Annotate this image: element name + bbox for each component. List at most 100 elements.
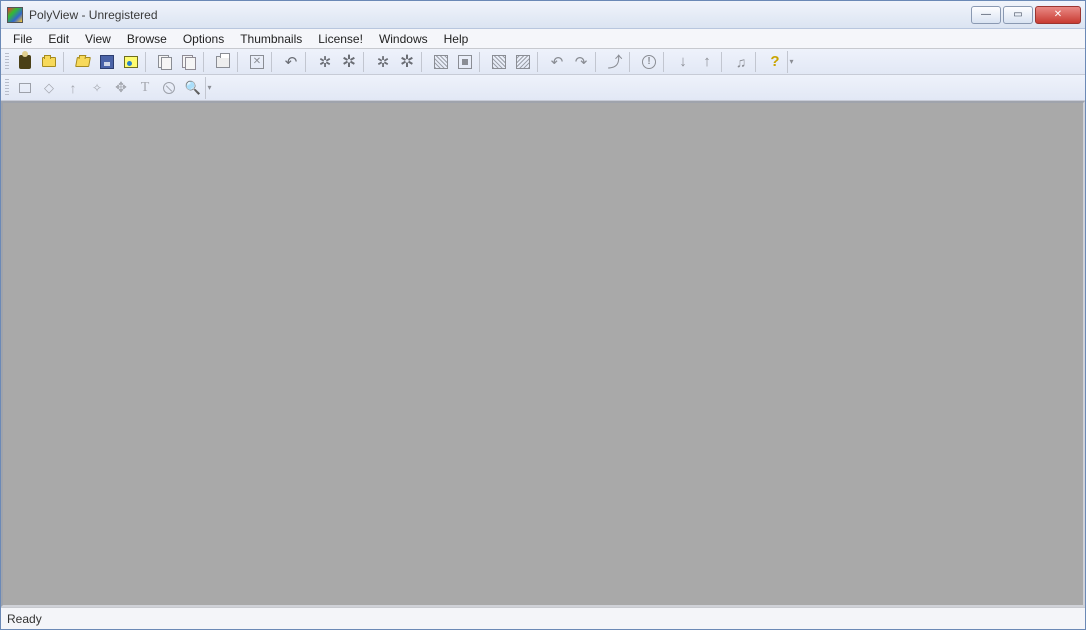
open-folder-icon [75,57,91,67]
separator-icon [271,52,277,72]
menu-license[interactable]: License! [310,30,371,48]
paste-icon [182,55,196,69]
hatch-icon [492,55,506,69]
menu-browse[interactable]: Browse [119,30,175,48]
annotation-toolbar: ◇ ↑ ✧ ✥ T 🔍 ▾ [1,75,1085,101]
redo-right-button[interactable]: ↷ [570,51,592,73]
open-button[interactable] [72,51,94,73]
close-button[interactable]: ✕ [1035,6,1081,24]
copy-icon [158,55,172,69]
minimize-button[interactable]: — [971,6,1001,24]
arrow-tool-button[interactable]: ↑ [62,77,84,99]
up-button[interactable]: ↑ [696,51,718,73]
star-icon: ✧ [92,81,102,95]
toolbar-overflow-icon[interactable]: ▾ [787,51,795,73]
rotate-icon: ⤴ [607,51,622,72]
noentry-tool-button[interactable] [158,77,180,99]
separator-icon [663,52,669,72]
image-button[interactable] [120,51,142,73]
effect-c-button[interactable] [488,51,510,73]
menu-edit[interactable]: Edit [40,30,77,48]
fullscreen-icon [250,55,264,69]
sun-small-icon: ✲ [377,53,390,71]
separator-icon [479,52,485,72]
effect-a-button[interactable] [430,51,452,73]
app-window: PolyView - Unregistered — ▭ ✕ File Edit … [0,0,1086,630]
rectangle-icon [19,83,31,93]
separator-icon [363,52,369,72]
menu-view[interactable]: View [77,30,119,48]
separator-icon [721,52,727,72]
music-note-icon: ♫ [736,54,747,70]
paste-button[interactable] [178,51,200,73]
slideshow-button[interactable]: ♫ [730,51,752,73]
toolbar-grip-icon[interactable] [5,53,9,71]
arrow-up-icon: ↑ [703,53,711,70]
rotate-button[interactable]: ⤴ [604,51,626,73]
new-folder-button[interactable] [38,51,60,73]
brightness-down-button[interactable]: ✲ [314,51,336,73]
statusbar: Ready [1,607,1085,629]
text-icon: T [141,80,150,96]
info-button[interactable]: ! [638,51,660,73]
star-tool-button[interactable]: ✧ [86,77,108,99]
separator-icon [203,52,209,72]
window-buttons: — ▭ ✕ [969,6,1081,24]
titlebar[interactable]: PolyView - Unregistered — ▭ ✕ [1,1,1085,29]
help-button[interactable]: ? [764,51,786,73]
brightness-up-button[interactable]: ✲ [338,51,360,73]
move-tool-button[interactable]: ✥ [110,77,132,99]
window-title: PolyView - Unregistered [29,8,969,22]
hatch-icon [516,55,530,69]
fullscreen-button[interactable] [246,51,268,73]
select-lasso-button[interactable]: ◇ [38,77,60,99]
separator-icon [305,52,311,72]
menu-options[interactable]: Options [175,30,232,48]
print-button[interactable] [212,51,234,73]
maximize-button[interactable]: ▭ [1003,6,1033,24]
person-icon [19,55,31,69]
separator-icon [145,52,151,72]
separator-icon [629,52,635,72]
magnifier-icon: 🔍 [185,80,201,96]
undo-button[interactable]: ↶ [280,51,302,73]
separator-icon [595,52,601,72]
select-rect-button[interactable] [14,77,36,99]
printer-icon [216,56,230,68]
close-icon: ✕ [1054,9,1062,20]
lasso-icon: ◇ [44,80,54,96]
toolbar-grip-icon[interactable] [5,79,9,97]
text-tool-button[interactable]: T [134,77,156,99]
menu-thumbnails[interactable]: Thumbnails [232,30,310,48]
contrast-up-button[interactable]: ✲ [396,51,418,73]
effect-b-button[interactable] [454,51,476,73]
workspace-area[interactable] [1,101,1085,607]
zoom-tool-button[interactable]: 🔍 [182,77,204,99]
status-text: Ready [7,612,42,626]
down-button[interactable]: ↓ [672,51,694,73]
save-button[interactable] [96,51,118,73]
floppy-disk-icon [100,55,114,69]
redo-left-button[interactable]: ↶ [546,51,568,73]
move-icon: ✥ [115,79,127,96]
copy-button[interactable] [154,51,176,73]
separator-icon [237,52,243,72]
menu-file[interactable]: File [5,30,40,48]
effect-d-button[interactable] [512,51,534,73]
menu-help[interactable]: Help [436,30,477,48]
separator-icon [755,52,761,72]
menu-windows[interactable]: Windows [371,30,436,48]
sun-large-icon: ✲ [400,52,414,72]
toolbar-overflow-icon[interactable]: ▾ [205,77,213,99]
contrast-down-button[interactable]: ✲ [372,51,394,73]
picture-icon [124,56,138,68]
browse-button[interactable] [14,51,36,73]
hatch-icon [434,55,448,69]
app-icon [7,7,23,23]
curve-right-icon: ↷ [575,53,588,71]
maximize-icon: ▭ [1013,9,1022,20]
curve-left-icon: ↶ [551,53,564,71]
arrow-up-icon: ↑ [70,80,77,96]
folder-icon [42,57,56,67]
exclamation-icon: ! [642,55,656,69]
